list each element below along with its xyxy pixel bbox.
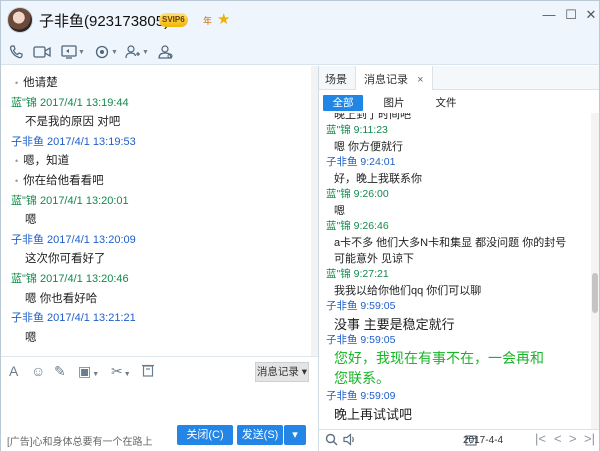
- last-page-icon[interactable]: >|: [584, 431, 595, 446]
- edit-icon[interactable]: ✎: [54, 363, 66, 380]
- next-page-icon[interactable]: >: [569, 431, 577, 446]
- history-message-text: 您联系。: [334, 370, 390, 386]
- toolbar: ▼ ▼ ▼: [1, 39, 599, 65]
- history-scrollbar-thumb[interactable]: [592, 273, 598, 313]
- message-header: 蓝"锦 2017/4/1 13:20:46: [11, 273, 129, 285]
- filter-all[interactable]: 全部: [323, 95, 363, 111]
- close-button[interactable]: 关闭(C): [177, 425, 233, 445]
- contact-title: 子非鱼(923173805): [39, 13, 170, 30]
- message-text: 嗯 你也看好哈: [25, 292, 98, 305]
- chevron-down-icon[interactable]: ▼: [111, 49, 118, 56]
- close-icon[interactable]: ×: [417, 74, 423, 86]
- history-message-text: a卡不多 他们大多N卡和集显 都没问题 你的封号: [334, 237, 567, 249]
- history-message-header: 蓝"锦 9:27:21: [326, 268, 389, 280]
- message-text: 这次你可看好了: [25, 253, 106, 266]
- history-message-text: 没事 主要是稳定就行: [334, 317, 455, 332]
- history-message-header: 子非鱼 9:59:09: [326, 390, 396, 402]
- message-text: 你在给他看看吧: [15, 172, 104, 188]
- send-button[interactable]: 发送(S): [237, 425, 283, 445]
- bottom-bar: [广告]心和身体总要有一个在路上 关闭(C) 发送(S) ▾: [1, 419, 318, 451]
- filter-images[interactable]: 图片: [379, 95, 409, 111]
- message-header: 蓝"锦 2017/4/1 13:20:01: [11, 194, 129, 207]
- history-message-header: 子非鱼 9:59:05: [326, 334, 396, 346]
- add-friend-icon[interactable]: ▼: [125, 43, 149, 61]
- minimize-button[interactable]: —: [539, 6, 559, 24]
- message-text: 不是我的原因 对吧: [25, 116, 121, 129]
- message-input[interactable]: [1, 386, 318, 419]
- chevron-down-icon[interactable]: ▼: [142, 49, 149, 56]
- history-message-text: 您好，我现在有事不在，一会再和: [334, 350, 544, 366]
- history-message-text: 嗯: [334, 205, 345, 217]
- message-text: 嗯: [25, 214, 37, 227]
- history-date[interactable]: 2017-4-4: [463, 435, 503, 446]
- screen-share-icon[interactable]: ▼: [61, 43, 85, 61]
- message-text: 他请楚: [15, 74, 58, 90]
- history-message-header: 子非鱼 9:24:01: [326, 156, 396, 168]
- prev-page-icon[interactable]: <: [554, 431, 562, 446]
- message-history-label: 消息记录: [256, 366, 299, 378]
- star-icon[interactable]: ★: [217, 10, 230, 28]
- tab-message-history[interactable]: 消息记录 ×: [355, 66, 433, 90]
- message-header: 子非鱼 2017/4/1 13:19:53: [11, 135, 136, 148]
- trash-icon[interactable]: [142, 363, 154, 380]
- history-message-list[interactable]: 晚上到了时间吧蓝"锦 9:11:23 嗯 你方便就行子非鱼 9:24:01 好，晚上…: [319, 113, 591, 429]
- filter-files[interactable]: 文件: [431, 95, 461, 111]
- chevron-down-icon[interactable]: ▼: [78, 49, 85, 56]
- chevron-down-icon[interactable]: ▼: [92, 371, 99, 378]
- message-text: 嗯: [25, 331, 37, 344]
- chevron-down-icon[interactable]: ▼: [124, 371, 131, 378]
- svip-badge[interactable]: SVIP6: [159, 13, 188, 27]
- history-message-header: 蓝"锦 9:11:23: [326, 124, 388, 136]
- ad-text[interactable]: [广告]心和身体总要有一个在路上: [7, 433, 153, 448]
- remote-assist-icon[interactable]: ▼: [94, 43, 118, 61]
- message-header: 蓝"锦 2017/4/1 13:19:44: [11, 96, 129, 109]
- title-bar: 子非鱼(923173805) SVIP6 年 ★ — ☐ ✕: [1, 1, 599, 39]
- message-text: 嗯，知道: [15, 152, 69, 168]
- font-icon[interactable]: A: [9, 363, 18, 379]
- history-message-text: 好，晚上我联系你: [334, 173, 422, 185]
- history-message-text: 可能意外 见谅下: [334, 253, 415, 265]
- video-icon[interactable]: [33, 43, 51, 61]
- right-panel-tabs: 场景 消息记录 ×: [319, 66, 599, 90]
- phone-icon[interactable]: [9, 43, 23, 61]
- search-icon[interactable]: [325, 433, 338, 449]
- history-message-text: 我我以给你他们qq 你们可以聊: [334, 285, 482, 297]
- history-message-text: 晚上再试试吧: [334, 407, 413, 422]
- tab-scene[interactable]: 场景: [325, 71, 347, 87]
- history-scrollbar[interactable]: [591, 113, 599, 429]
- chat-scrollbar[interactable]: [311, 66, 318, 356]
- profile-icon[interactable]: [158, 43, 174, 61]
- first-page-icon[interactable]: |<: [535, 431, 546, 446]
- close-window-button[interactable]: ✕: [581, 6, 600, 24]
- scissors-icon[interactable]: ✂▼: [111, 363, 131, 380]
- history-message-text: 嗯 你方便就行: [334, 141, 404, 153]
- tab-message-history-label: 消息记录: [364, 74, 408, 86]
- emoji-icon[interactable]: ☺: [31, 363, 45, 379]
- history-message-header: 子非鱼 9:59:05: [326, 300, 396, 312]
- image-icon[interactable]: ▣▼: [78, 363, 99, 380]
- avatar[interactable]: [7, 7, 33, 33]
- send-options-button[interactable]: ▾: [284, 425, 306, 445]
- message-history-button[interactable]: 消息记录 ▾: [255, 362, 309, 382]
- svip-year-label: 年: [203, 16, 213, 26]
- chat-message-area[interactable]: 他请楚蓝"锦 2017/4/1 13:19:44 不是我的原因 对吧子非鱼 201…: [1, 66, 311, 356]
- chat-window: 子非鱼(923173805) SVIP6 年 ★ — ☐ ✕ ▼ ▼ ▼ • 他…: [0, 0, 600, 451]
- history-message-text: 晚上到了时间吧: [334, 113, 411, 121]
- message-header: 子非鱼 2017/4/1 13:21:21: [11, 312, 136, 325]
- history-message-header: 蓝"锦 9:26:00: [326, 188, 389, 200]
- maximize-button[interactable]: ☐: [561, 6, 581, 24]
- input-toolbar: A ☺ ✎ ▣▼ ✂▼ 消息记录 ▾: [1, 356, 318, 386]
- message-header: 子非鱼 2017/4/1 13:20:09: [11, 233, 136, 246]
- history-message-header: 蓝"锦 9:26:46: [326, 220, 389, 232]
- speaker-icon[interactable]: [343, 433, 357, 449]
- history-filter-bar: 全部 图片 文件: [319, 91, 599, 113]
